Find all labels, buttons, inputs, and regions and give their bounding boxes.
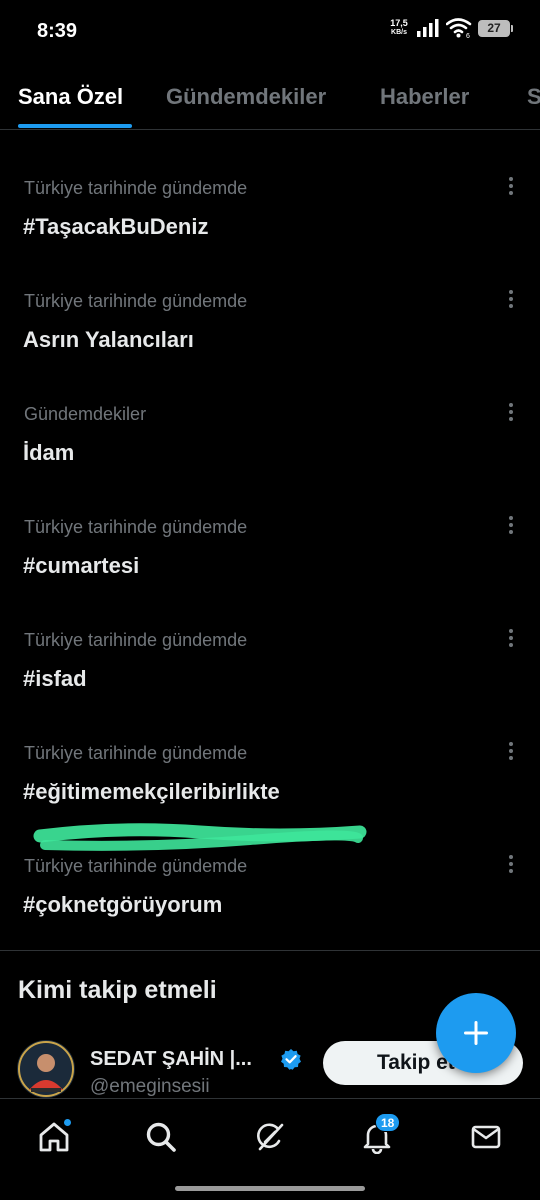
- nav-messages[interactable]: [466, 1117, 506, 1157]
- nav-grok[interactable]: [250, 1117, 290, 1157]
- trend-item[interactable]: Türkiye tarihinde gündemde #isfad: [0, 629, 540, 743]
- trend-context: Gündemdekiler: [24, 404, 147, 424]
- trend-title: #TaşacakBuDeniz: [23, 214, 209, 239]
- grok-icon: [257, 1123, 284, 1151]
- signal-icon: [417, 19, 439, 37]
- trend-title: #isfad: [23, 666, 87, 691]
- trend-item[interactable]: Türkiye tarihinde gündemde #çoknetgörüyo…: [0, 855, 540, 969]
- nav-notifications[interactable]: 18: [357, 1113, 401, 1157]
- plus-icon: [464, 1021, 488, 1045]
- suggested-user-handle: @emeginsesii: [90, 1076, 210, 1097]
- net-speed: 17,5 KB/s: [390, 18, 408, 37]
- tab-news[interactable]: Haberler: [380, 84, 469, 110]
- svg-text:6: 6: [466, 33, 470, 38]
- status-time: 8:39: [37, 20, 78, 42]
- trend-title: #çoknetgörüyorum: [23, 892, 223, 917]
- more-options-icon[interactable]: [504, 513, 518, 537]
- notifications-badge: 18: [375, 1113, 401, 1132]
- more-options-icon[interactable]: [504, 852, 518, 876]
- more-options-icon[interactable]: [504, 174, 518, 198]
- explore-tabs: Sana Özel Gündemdekiler Haberler S: [0, 72, 540, 130]
- trend-item[interactable]: Türkiye tarihinde gündemde #TaşacakBuDen…: [0, 177, 540, 291]
- nav-home[interactable]: [34, 1117, 74, 1157]
- verified-badge-icon: [281, 1049, 301, 1070]
- status-icons: 17,5 KB/s 6 27: [388, 18, 513, 38]
- trend-item[interactable]: Türkiye tarihinde gündemde #cumartesi: [0, 516, 540, 630]
- battery-icon: 27: [478, 19, 513, 37]
- suggested-user-name: SEDAT ŞAHİN |...: [90, 1048, 252, 1070]
- trend-context: Türkiye tarihinde gündemde: [24, 856, 248, 876]
- active-tab-indicator: [18, 124, 132, 128]
- unread-dot: [63, 1118, 72, 1127]
- trend-context: Türkiye tarihinde gündemde: [24, 743, 248, 763]
- trend-title: Asrın Yalancıları: [23, 327, 194, 352]
- trend-title: #eğitimemekçileribirlikte: [23, 779, 280, 804]
- trend-context: Türkiye tarihinde gündemde: [24, 178, 248, 198]
- more-options-icon[interactable]: [504, 739, 518, 763]
- wifi-icon: 6: [446, 18, 472, 38]
- more-options-icon[interactable]: [504, 626, 518, 650]
- section-divider: [0, 950, 540, 951]
- more-options-icon[interactable]: [504, 400, 518, 424]
- trend-title: #cumartesi: [23, 553, 140, 578]
- tab-trending[interactable]: Gündemdekiler: [166, 84, 326, 110]
- bottom-nav: 18: [0, 1098, 540, 1200]
- nav-search[interactable]: [141, 1117, 181, 1157]
- tab-sports[interactable]: S: [527, 84, 540, 110]
- mail-icon: [471, 1125, 501, 1149]
- more-options-icon[interactable]: [504, 287, 518, 311]
- compose-button[interactable]: [436, 993, 516, 1073]
- avatar[interactable]: [17, 1040, 75, 1098]
- trend-context: Türkiye tarihinde gündemde: [24, 291, 248, 311]
- trend-item[interactable]: Türkiye tarihinde gündemde #eğitimemekçi…: [0, 742, 540, 856]
- search-icon: [146, 1122, 176, 1152]
- trend-item[interactable]: Türkiye tarihinde gündemde Asrın Yalancı…: [0, 290, 540, 404]
- tab-for-you[interactable]: Sana Özel: [18, 84, 123, 110]
- who-to-follow-title: Kimi takip etmeli: [18, 976, 217, 1004]
- status-bar: 8:39 17,5 KB/s 6 27: [0, 0, 540, 64]
- gesture-bar: [175, 1186, 365, 1191]
- trend-item[interactable]: Gündemdekiler İdam: [0, 403, 540, 517]
- trend-title: İdam: [23, 440, 75, 465]
- trend-context: Türkiye tarihinde gündemde: [24, 517, 248, 537]
- trend-context: Türkiye tarihinde gündemde: [24, 630, 248, 650]
